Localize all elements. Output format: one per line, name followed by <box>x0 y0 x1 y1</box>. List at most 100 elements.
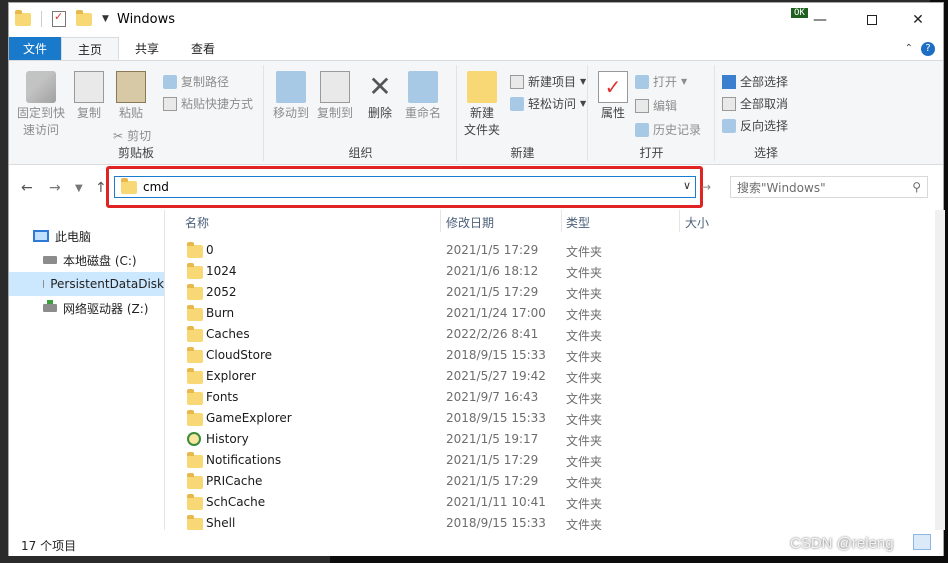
explorer-window: ▼ Windows OK — ✕ 文件 主页 共享 查看 ⌃ ? <box>8 2 945 556</box>
history-icon <box>635 122 649 137</box>
ribbon: 固定到快 速访问 复制 粘贴 复制路径 粘贴快捷方式 ✂ 剪切 剪贴板 移动到 … <box>9 61 943 165</box>
properties-button[interactable]: ✓ 属性 <box>595 71 631 122</box>
move-to-button[interactable]: 移动到 <box>271 71 311 122</box>
file-row[interactable]: 1024 2021/1/6 18:12 文件夹 <box>165 261 725 282</box>
file-row[interactable]: CloudStore 2018/9/15 15:33 文件夹 <box>165 345 725 366</box>
cut-button[interactable]: ✂ 剪切 <box>113 127 151 144</box>
go-button[interactable]: → <box>701 180 711 194</box>
file-date: 2021/1/6 18:12 <box>446 264 539 278</box>
nav-item-drive-c[interactable]: 本地磁盘 (C:) <box>9 248 164 272</box>
delete-button[interactable]: ✕ 删除 <box>365 71 395 122</box>
edit-button[interactable]: 编辑 <box>635 97 677 114</box>
tab-share[interactable]: 共享 <box>119 37 175 60</box>
file-date: 2018/9/15 15:33 <box>446 348 546 362</box>
open-group: ✓ 属性 打开 ▼ 编辑 历史记录 打开 <box>589 65 715 161</box>
file-row[interactable]: SchCache 2021/1/11 10:41 文件夹 <box>165 492 725 513</box>
file-name: GameExplorer <box>206 411 292 425</box>
pin-quick-access-button[interactable]: 固定到快 速访问 <box>15 71 67 139</box>
column-size[interactable]: 大小 <box>685 214 709 231</box>
easy-access-button[interactable]: 轻松访问 ▼ <box>510 95 586 112</box>
minimize-button[interactable]: — <box>797 3 843 37</box>
file-row[interactable]: Notifications 2021/1/5 17:29 文件夹 <box>165 450 725 471</box>
file-name: History <box>206 432 249 446</box>
file-name: Caches <box>206 327 250 341</box>
back-button[interactable]: ← <box>21 180 33 196</box>
invert-selection-button[interactable]: 反向选择 <box>722 117 788 134</box>
copy-button[interactable]: 复制 <box>71 71 107 122</box>
chevron-down-icon[interactable]: ∨ <box>683 179 691 192</box>
file-name: 0 <box>206 243 214 257</box>
tab-file[interactable]: 文件 <box>9 37 62 60</box>
customize-dropdown-icon[interactable]: ▼ <box>102 14 109 24</box>
file-row[interactable]: GameExplorer 2018/9/15 15:33 文件夹 <box>165 408 725 429</box>
screen: { "window": { "title": "Windows", "ok_ba… <box>0 0 948 563</box>
delete-label: 删除 <box>367 106 392 120</box>
open-button[interactable]: 打开 ▼ <box>635 73 687 90</box>
column-divider[interactable] <box>440 210 441 232</box>
history-button[interactable]: 历史记录 <box>635 121 701 138</box>
rename-button[interactable]: 重命名 <box>403 71 443 122</box>
file-row[interactable]: Fonts 2021/9/7 16:43 文件夹 <box>165 387 725 408</box>
file-row[interactable]: Explorer 2021/5/27 19:42 文件夹 <box>165 366 725 387</box>
column-divider[interactable] <box>561 210 562 232</box>
address-row: ← → ▼ ↑ ∨ → 搜索"Windows" ⚲ <box>9 166 943 210</box>
forward-button[interactable]: → <box>49 180 61 196</box>
collapse-ribbon-icon[interactable]: ⌃ <box>905 43 913 54</box>
folder-icon <box>187 494 203 510</box>
computer-icon <box>33 230 49 242</box>
file-type: 文件夹 <box>566 518 603 530</box>
new-item-button[interactable]: 新建项目 ▼ <box>510 73 586 90</box>
file-row[interactable]: History 2021/1/5 19:17 文件夹 <box>165 429 725 450</box>
file-row[interactable]: Caches 2022/2/26 8:41 文件夹 <box>165 324 725 345</box>
column-date[interactable]: 修改日期 <box>446 214 494 231</box>
new-folder-button[interactable]: 新建 文件夹 <box>462 71 502 139</box>
invert-selection-label: 反向选择 <box>740 119 789 133</box>
address-input[interactable] <box>143 180 673 194</box>
new-folder-icon[interactable] <box>76 9 92 26</box>
nav-item-this-pc[interactable]: 此电脑 <box>9 224 164 248</box>
file-list: 名称 修改日期 类型 大小 0 2021/1/5 17:29 文件夹 1024 2021… <box>165 210 935 530</box>
folder-icon <box>187 242 203 258</box>
paste-button[interactable]: 粘贴 <box>113 71 149 122</box>
copy-to-button[interactable]: 复制到 <box>315 71 355 122</box>
close-button[interactable]: ✕ <box>895 3 941 37</box>
copy-path-button[interactable]: 复制路径 <box>163 73 229 90</box>
cut-label: 剪切 <box>127 129 152 143</box>
file-row[interactable]: 0 2021/1/5 17:29 文件夹 <box>165 240 725 261</box>
file-date: 2021/1/11 10:41 <box>446 495 546 509</box>
recent-locations-button[interactable]: ▼ <box>75 183 83 194</box>
rename-icon <box>408 71 438 103</box>
tab-home[interactable]: 主页 <box>61 37 120 60</box>
open-label: 打开 <box>653 75 678 89</box>
column-name[interactable]: 名称 <box>185 214 209 231</box>
nav-item-persistent-data-disk[interactable]: PersistentDataDisk <box>9 272 164 296</box>
help-icon[interactable]: ? <box>921 41 935 56</box>
search-box[interactable]: 搜索"Windows" ⚲ <box>730 176 928 198</box>
tab-view[interactable]: 查看 <box>175 37 231 60</box>
file-type: 文件夹 <box>566 476 603 490</box>
address-bar[interactable]: ∨ <box>114 176 696 198</box>
column-type[interactable]: 类型 <box>566 214 590 231</box>
select-none-button[interactable]: 全部取消 <box>722 95 788 112</box>
file-type: 文件夹 <box>566 497 603 511</box>
properties-icon[interactable] <box>52 10 66 27</box>
vertical-scrollbar[interactable] <box>935 210 945 530</box>
file-name: Explorer <box>206 369 256 383</box>
file-row[interactable]: Shell 2018/9/15 15:33 文件夹 <box>165 513 725 530</box>
file-row[interactable]: PRICache 2021/1/5 17:29 文件夹 <box>165 471 725 492</box>
file-date: 2021/1/5 17:29 <box>446 474 539 488</box>
folder-icon <box>121 177 137 194</box>
paste-shortcut-button[interactable]: 粘贴快捷方式 <box>163 95 253 112</box>
select-group-label: 选择 <box>753 146 778 160</box>
maximize-button[interactable] <box>849 3 895 37</box>
copy-to-icon <box>320 71 350 103</box>
history-folder-icon <box>187 432 201 446</box>
large-icons-view-button[interactable] <box>913 534 931 550</box>
file-row[interactable]: Burn 2021/1/24 17:00 文件夹 <box>165 303 725 324</box>
up-button[interactable]: ↑ <box>95 180 107 196</box>
file-type: 文件夹 <box>566 350 603 364</box>
select-all-button[interactable]: 全部选择 <box>722 73 788 90</box>
column-divider[interactable] <box>679 210 680 232</box>
nav-item-network-drive-z[interactable]: 网络驱动器 (Z:) <box>9 296 164 320</box>
file-row[interactable]: 2052 2021/1/5 17:29 文件夹 <box>165 282 725 303</box>
